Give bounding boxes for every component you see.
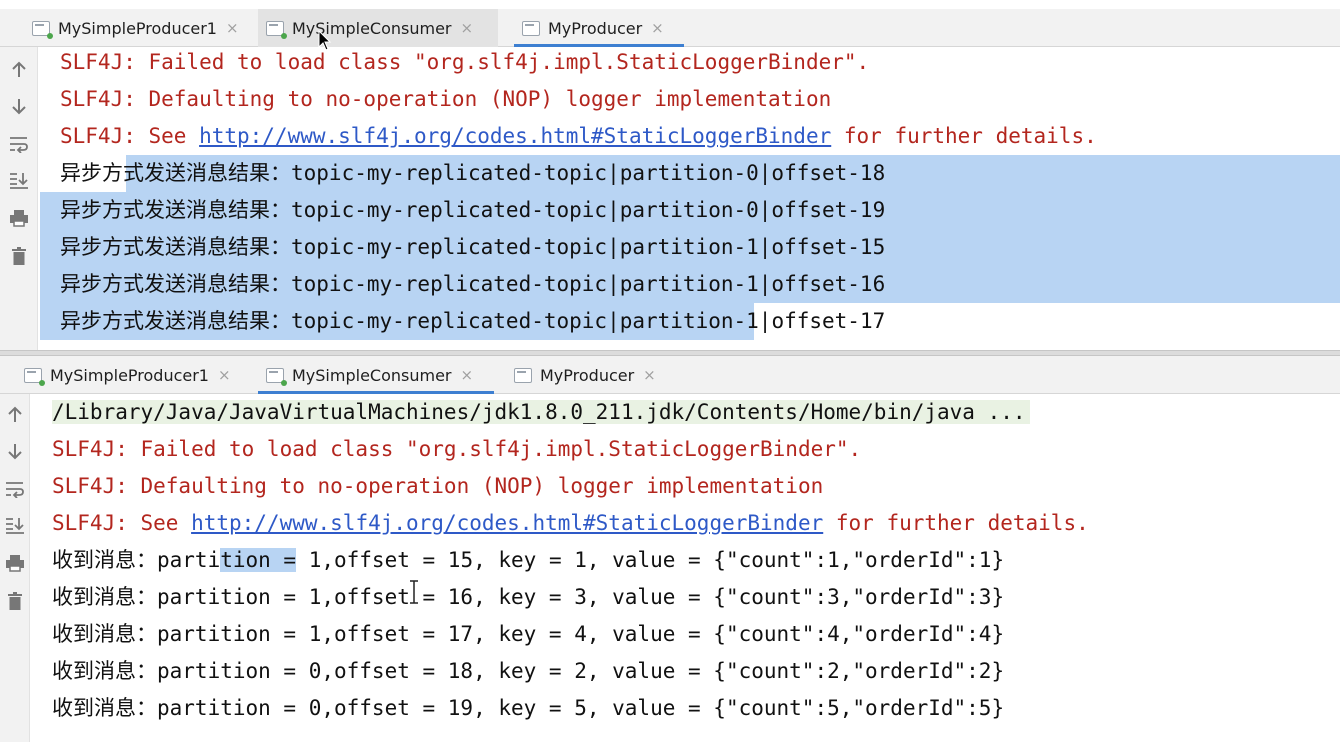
run-config-icon — [266, 367, 287, 386]
run-config-icon — [266, 20, 287, 39]
log-text: for further details. — [831, 124, 1097, 148]
tab-label: MySimpleConsumer — [292, 18, 452, 38]
log-link[interactable]: http://www.slf4j.org/codes.html#StaticLo… — [191, 511, 823, 535]
log-text: for further details. — [823, 511, 1089, 535]
send-result-line: 异步方式发送消息结果：topic-my-replicated-topic|par… — [60, 229, 885, 266]
top-tab-bar: MySimpleProducer1 × MySimpleConsumer × M… — [0, 9, 1340, 47]
bottom-console-output: /Library/Java/JavaVirtualMachines/jdk1.8… — [0, 394, 1340, 742]
tab-myproducer-bottom[interactable]: MyProducer × — [506, 356, 676, 394]
log-line: SLF4J: See http://www.slf4j.org/codes.ht… — [60, 118, 1097, 155]
message-text: 1,offset = 15, key = 1, value = {"count"… — [296, 548, 1005, 572]
close-tab-icon[interactable]: × — [218, 366, 231, 384]
mouse-pointer-icon — [318, 30, 332, 51]
result-text: tion-1|offset-17 — [682, 309, 886, 333]
close-tab-icon[interactable]: × — [461, 19, 474, 37]
result-text: 异步方式发送消息结果：topic-my-replicated-topic|par… — [60, 235, 886, 259]
log-text: SLF4J: See — [52, 511, 192, 535]
bottom-tab-bar: MySimpleProducer1 × MySimpleConsumer × M… — [0, 356, 1340, 394]
tab-label: MySimpleProducer1 — [50, 365, 209, 385]
run-config-icon — [24, 367, 45, 386]
tab-label: MySimpleProducer1 — [58, 18, 217, 38]
command-line: /Library/Java/JavaVirtualMachines/jdk1.8… — [52, 394, 1030, 431]
received-message-line: 收到消息：partition = 1,offset = 17, key = 4,… — [52, 622, 1005, 646]
run-config-icon — [522, 20, 540, 36]
run-config-icon — [514, 367, 532, 383]
send-result-line: 异步方式发送消息结果：topic-my-replicated-topic|par… — [60, 192, 885, 229]
tab-myproducer-top[interactable]: MyProducer × — [514, 9, 684, 47]
result-text: 异步方式发送消息结果：topic-my-replicated-topic|par… — [60, 198, 886, 222]
received-message-line: 收到消息：partition = 1,offset = 16, key = 3,… — [52, 585, 1005, 609]
log-link[interactable]: http://www.slf4j.org/codes.html#StaticLo… — [199, 124, 831, 148]
log-text: SLF4J: See — [60, 124, 200, 148]
result-text: 式发送消息结果：topic-my-replicated-topic|partit… — [123, 161, 886, 185]
tab-mysimpleproducer1-bottom[interactable]: MySimpleProducer1 × — [16, 356, 248, 394]
tab-label: MyProducer — [548, 18, 643, 38]
close-tab-icon[interactable]: × — [461, 366, 474, 384]
received-message-line: 收到消息：partition = 0,offset = 18, key = 2,… — [52, 659, 1005, 683]
result-text: 异步方式发送消息结果：topic-my-replicated-topic|par… — [60, 309, 683, 333]
log-line: SLF4J: Defaulting to no-operation (NOP) … — [52, 474, 824, 498]
tab-label: MySimpleConsumer — [292, 365, 452, 385]
close-tab-icon[interactable]: × — [651, 19, 664, 37]
run-config-icon — [32, 20, 53, 39]
log-line: SLF4J: Failed to load class "org.slf4j.i… — [60, 50, 870, 74]
tab-label: MyProducer — [540, 365, 635, 385]
received-message-line: 收到消息：partition = 0,offset = 19, key = 5,… — [52, 696, 1005, 720]
message-text: 收到消息：parti — [52, 548, 221, 572]
tab-mysimpleconsumer-bottom[interactable]: MySimpleConsumer × — [258, 356, 494, 394]
top-console-output: SLF4J: Failed to load class "org.slf4j.i… — [0, 44, 1340, 350]
tab-mysimpleconsumer-top[interactable]: MySimpleConsumer × — [258, 9, 498, 47]
log-line: SLF4J: Failed to load class "org.slf4j.i… — [52, 437, 862, 461]
close-tab-icon[interactable]: × — [643, 366, 656, 384]
send-result-line: 异步方式发送消息结果：topic-my-replicated-topic|par… — [60, 155, 885, 192]
result-text: 异步方 — [60, 161, 123, 185]
result-text: 异步方式发送消息结果：topic-my-replicated-topic|par… — [60, 272, 886, 296]
send-result-line: 异步方式发送消息结果：topic-my-replicated-topic|par… — [60, 303, 885, 340]
log-line: SLF4J: Defaulting to no-operation (NOP) … — [60, 87, 832, 111]
tab-mysimpleproducer1-top[interactable]: MySimpleProducer1 × — [24, 9, 256, 47]
close-tab-icon[interactable]: × — [226, 19, 239, 37]
java-command: /Library/Java/JavaVirtualMachines/jdk1.8… — [52, 400, 1030, 424]
log-line: SLF4J: See http://www.slf4j.org/codes.ht… — [52, 505, 1089, 542]
selected-text: tion = — [220, 548, 297, 572]
send-result-line: 异步方式发送消息结果：topic-my-replicated-topic|par… — [60, 266, 885, 303]
received-message-line: 收到消息：partition = 1,offset = 15, key = 1,… — [52, 542, 1004, 579]
text-cursor-icon — [410, 580, 418, 604]
